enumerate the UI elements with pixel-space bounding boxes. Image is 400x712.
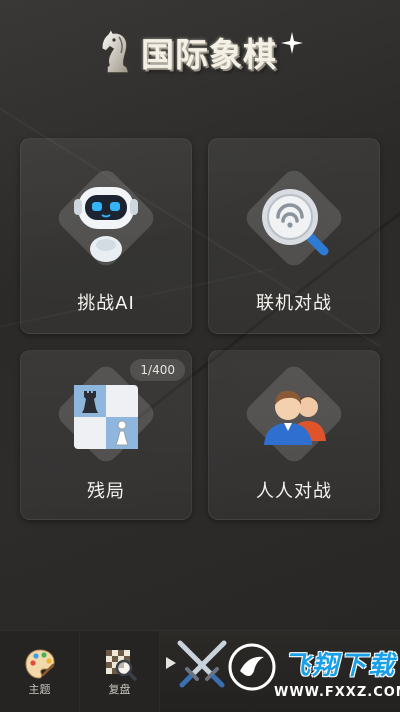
challenge-ai-label: 挑战AI [77, 293, 135, 314]
nav-play-button[interactable]: 飞翔下载 WWW.FXXZ.COM [160, 631, 400, 712]
watermark-url: WWW.FXXZ.COM [274, 685, 400, 700]
board-magnifier-icon [105, 650, 137, 681]
crossed-swords-icon [177, 640, 227, 688]
online-battle-button[interactable]: 联机对战 [208, 138, 380, 334]
endgame-progress-badge: 1/400 [130, 359, 185, 381]
online-search-icon [262, 189, 329, 256]
pvp-battle-label: 人人对战 [256, 481, 332, 502]
endgame-label: 残局 [87, 481, 125, 502]
nav-theme-button[interactable]: 主题 [0, 631, 80, 712]
nav-theme-label: 主题 [28, 683, 51, 696]
chess-knight-icon [101, 27, 131, 74]
nav-replay-label: 复盘 [108, 683, 131, 696]
two-people-icon [264, 390, 326, 445]
challenge-ai-button[interactable]: 挑战AI [20, 138, 192, 334]
online-battle-label: 联机对战 [256, 293, 332, 314]
nav-replay-button[interactable]: 复盘 [80, 631, 160, 712]
endgame-button[interactable]: 1/400 残局 [20, 350, 192, 520]
sparkle-icon [281, 32, 303, 54]
palette-icon [24, 649, 55, 679]
app-title: 国际象棋 [141, 35, 277, 74]
chessboard-icon [74, 385, 138, 449]
watermark: 飞翔下载 WWW.FXXZ.COM [226, 639, 400, 705]
pvp-battle-button[interactable]: 人人对战 [208, 350, 380, 520]
robot-icon [74, 187, 138, 262]
app-logo: 国际象棋 [0, 22, 400, 82]
bottom-nav: 主题 复盘 飞翔下载 WWW.FXXZ.COM [0, 630, 400, 712]
watermark-title: 飞翔下载 [284, 651, 397, 681]
watermark-logo-icon [228, 643, 276, 691]
